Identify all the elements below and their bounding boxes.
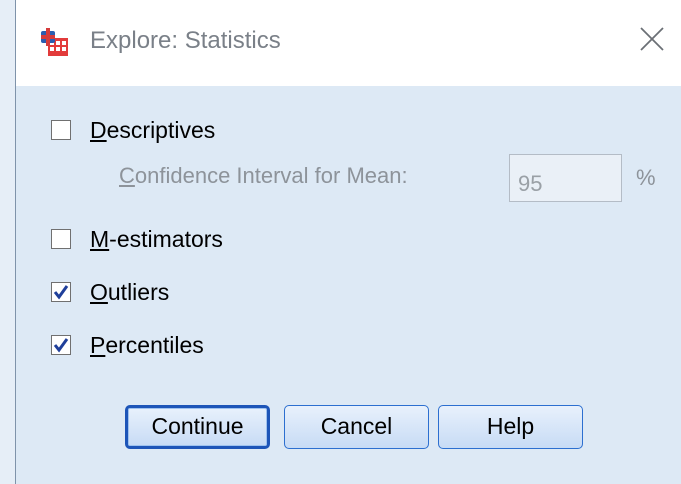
- title-bar: Explore: Statistics: [16, 0, 681, 86]
- continue-button[interactable]: Continue: [125, 405, 270, 449]
- explore-statistics-dialog: Explore: Statistics Descriptives Confide…: [15, 0, 681, 484]
- close-button[interactable]: [625, 12, 681, 68]
- checkmark-icon: [53, 285, 69, 300]
- percent-unit-label: %: [636, 165, 656, 190]
- m-estimators-checkbox[interactable]: [51, 229, 71, 249]
- close-icon: [640, 27, 664, 51]
- outliers-checkbox[interactable]: [51, 282, 71, 302]
- percentiles-checkbox[interactable]: [51, 335, 71, 355]
- window-title: Explore: Statistics: [90, 27, 281, 54]
- percentiles-option[interactable]: Percentiles: [51, 328, 204, 362]
- m-estimators-label: M-estimators: [90, 225, 223, 252]
- confidence-interval-input[interactable]: 95: [509, 154, 622, 202]
- descriptives-option[interactable]: Descriptives: [51, 113, 215, 147]
- spss-app-icon: [41, 28, 68, 56]
- descriptives-checkbox[interactable]: [51, 120, 71, 140]
- percentiles-label: Percentiles: [90, 331, 204, 358]
- help-button[interactable]: Help: [438, 405, 583, 449]
- checkmark-icon: [53, 338, 69, 353]
- dialog-content: Descriptives Confidence Interval for Mea…: [16, 86, 681, 484]
- outliers-option[interactable]: Outliers: [51, 275, 169, 309]
- cancel-button[interactable]: Cancel: [284, 405, 429, 449]
- outliers-label: Outliers: [90, 278, 170, 305]
- m-estimators-option[interactable]: M-estimators: [51, 222, 223, 256]
- descriptives-label: Descriptives: [90, 116, 216, 143]
- confidence-interval-label: Confidence Interval for Mean:: [119, 163, 408, 188]
